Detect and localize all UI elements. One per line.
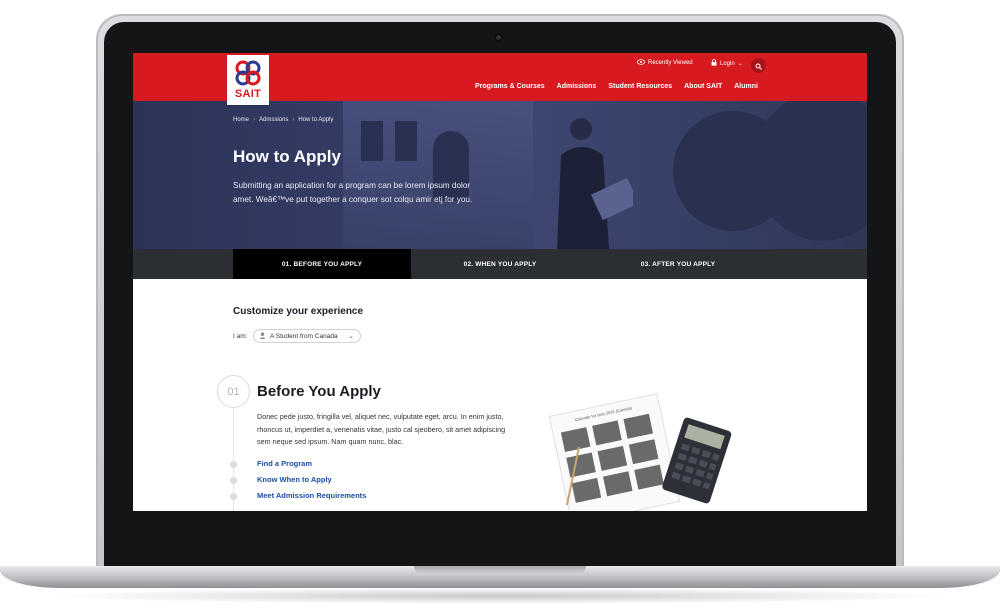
logo-text: SAIT bbox=[234, 88, 262, 100]
login-label: Login bbox=[720, 60, 735, 67]
search-icon bbox=[755, 57, 762, 75]
hero-intro: Submitting an application for a program … bbox=[233, 181, 473, 204]
tab-after-you-apply[interactable]: 03. AFTER YOU APPLY bbox=[589, 249, 767, 279]
link-find-program[interactable]: Find a Program bbox=[257, 459, 312, 468]
timeline-dot bbox=[230, 493, 237, 500]
browser-viewport: Recently Viewed Login ⌄ Programs & Cours… bbox=[133, 53, 867, 511]
iam-label: I am: bbox=[233, 333, 248, 340]
search-button[interactable] bbox=[751, 58, 766, 73]
eye-icon bbox=[637, 59, 645, 67]
tab-when-you-apply[interactable]: 02. WHEN YOU APPLY bbox=[411, 249, 589, 279]
section-title: Before You Apply bbox=[257, 383, 381, 400]
timeline-dot bbox=[230, 477, 237, 484]
link-know-when-to-apply[interactable]: Know When to Apply bbox=[257, 475, 332, 484]
audience-select-value: A Student from Canada bbox=[270, 332, 338, 340]
main-nav: Programs & Courses Admissions Student Re… bbox=[469, 83, 764, 90]
camera-icon bbox=[494, 33, 503, 42]
audience-select[interactable]: A Student from Canada ⌄ bbox=[253, 329, 361, 343]
breadcrumb-home[interactable]: Home bbox=[233, 117, 249, 123]
nav-admissions[interactable]: Admissions bbox=[551, 83, 603, 90]
hero-window-image bbox=[361, 121, 383, 161]
sait-logo[interactable]: SAIT bbox=[227, 55, 269, 105]
hero-tree-image bbox=[753, 101, 867, 241]
hero-student-image bbox=[557, 118, 633, 249]
tab-before-you-apply[interactable]: 01. BEFORE YOU APPLY bbox=[233, 249, 411, 279]
user-icon bbox=[259, 332, 266, 341]
nav-programs-courses[interactable]: Programs & Courses bbox=[469, 83, 551, 90]
laptop-shadow bbox=[40, 588, 960, 604]
nav-alumni[interactable]: Alumni bbox=[728, 83, 764, 90]
breadcrumb-separator-icon: › bbox=[253, 117, 256, 123]
recently-viewed-label: Recently Viewed bbox=[648, 60, 693, 66]
lock-icon bbox=[711, 59, 717, 68]
breadcrumb-admissions[interactable]: Admssions bbox=[259, 117, 288, 123]
customize-heading: Customize your experience bbox=[233, 306, 364, 317]
main-content: Customize your experience I am: A Studen… bbox=[133, 279, 867, 511]
hero-banner: Home › Admssions › How to Apply How to A… bbox=[133, 101, 867, 249]
breadcrumb: Home › Admssions › How to Apply bbox=[233, 117, 333, 123]
recently-viewed-link[interactable]: Recently Viewed bbox=[637, 59, 693, 67]
chevron-down-icon: ⌄ bbox=[348, 333, 354, 340]
step-number: 01 bbox=[217, 375, 250, 408]
breadcrumb-separator-icon: › bbox=[292, 117, 295, 123]
nav-about-sait[interactable]: About SAIT bbox=[678, 83, 728, 90]
step-tabs: 01. BEFORE YOU APPLY 02. WHEN YOU APPLY … bbox=[133, 249, 867, 279]
login-button[interactable]: Login ⌄ bbox=[711, 59, 743, 68]
chevron-down-icon: ⌄ bbox=[737, 61, 743, 67]
section-body: Donec pede justo, fringilla vel, aliquet… bbox=[257, 412, 506, 446]
laptop-notch bbox=[414, 566, 586, 574]
calendar-calculator-image: Calendar for year 2016 (Canada) bbox=[548, 393, 732, 511]
hero-window-image bbox=[395, 121, 417, 161]
link-meet-admission-requirements[interactable]: Meet Admission Requirements bbox=[257, 491, 366, 500]
timeline-dot bbox=[230, 461, 237, 468]
logo-mark-icon bbox=[235, 60, 261, 86]
breadcrumb-current: How to Apply bbox=[298, 117, 334, 123]
page-title: How to Apply bbox=[233, 147, 341, 166]
nav-student-resources[interactable]: Student Resources bbox=[602, 83, 678, 90]
